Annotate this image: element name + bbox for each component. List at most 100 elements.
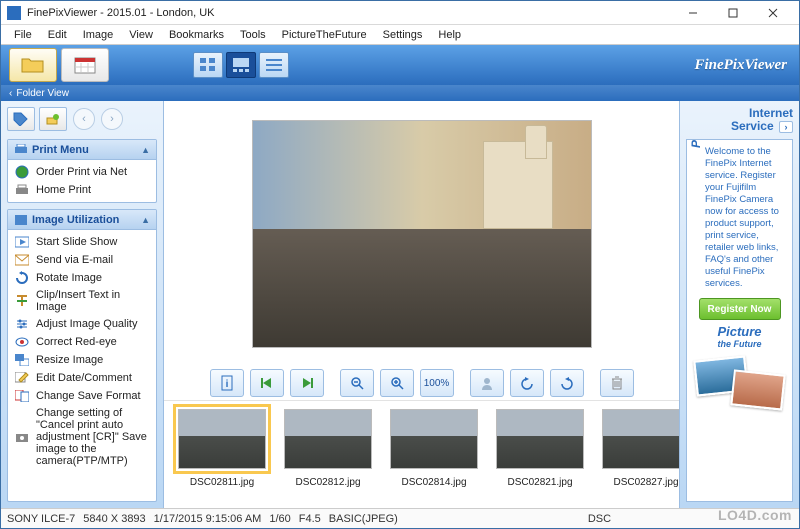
thumbnail-item[interactable]: DSC02821.jpg bbox=[496, 409, 584, 500]
thumbnail-item[interactable]: DSC02827.jpg bbox=[602, 409, 679, 500]
list-icon bbox=[266, 58, 282, 72]
zoom-in-button[interactable] bbox=[380, 369, 414, 397]
rotate-left-button[interactable] bbox=[510, 369, 544, 397]
tag-button[interactable] bbox=[7, 107, 35, 131]
thumbnail-item[interactable]: DSC02814.jpg bbox=[390, 409, 478, 500]
image-util-header[interactable]: Image Utilization ▲ bbox=[8, 210, 156, 230]
calendar-button[interactable] bbox=[61, 48, 109, 82]
internet-service-header[interactable]: Internet Service › bbox=[686, 107, 793, 133]
preview-image[interactable] bbox=[252, 120, 592, 348]
picture-the-future-label: Picture the Future bbox=[691, 326, 788, 350]
menu-image[interactable]: Image bbox=[76, 27, 121, 43]
adjust-icon bbox=[14, 317, 30, 331]
delete-button[interactable] bbox=[600, 369, 634, 397]
viewer-toolbar: i 100% bbox=[164, 366, 679, 400]
thumbnail-strip: DSC02811.jpg DSC02812.jpg DSC02814.jpg D… bbox=[164, 400, 679, 508]
folder-icon bbox=[20, 55, 46, 75]
nav-back-button[interactable]: ‹ bbox=[73, 108, 95, 130]
home-print[interactable]: Home Print bbox=[12, 181, 152, 199]
app-icon bbox=[7, 6, 21, 20]
info-button[interactable]: i bbox=[210, 369, 244, 397]
order-print-net[interactable]: Order Print via Net bbox=[12, 163, 152, 181]
clip-insert-text[interactable]: Clip/Insert Text in Image bbox=[12, 287, 152, 315]
view-list-button[interactable] bbox=[259, 52, 289, 78]
face-icon bbox=[480, 376, 494, 390]
rotate-icon bbox=[14, 271, 30, 285]
statusbar: SONY ILCE-7 5840 X 3893 1/17/2015 9:15:0… bbox=[1, 508, 799, 528]
close-button[interactable] bbox=[753, 2, 793, 24]
banner-photos bbox=[691, 358, 788, 410]
preview-icon bbox=[233, 58, 249, 72]
menu-tools[interactable]: Tools bbox=[233, 27, 273, 43]
menu-edit[interactable]: Edit bbox=[41, 27, 74, 43]
globe-icon bbox=[14, 165, 30, 179]
camera-setting-icon bbox=[14, 430, 30, 444]
next-icon bbox=[301, 377, 313, 389]
correct-redeye[interactable]: Correct Red-eye bbox=[12, 333, 152, 351]
rotate-left-icon bbox=[520, 376, 534, 390]
organize-button[interactable] bbox=[39, 107, 67, 131]
menu-file[interactable]: File bbox=[7, 27, 39, 43]
main-view: i 100% DSC02811.jpg DSC02812.jpg DSC0281… bbox=[164, 101, 679, 508]
menu-settings[interactable]: Settings bbox=[376, 27, 430, 43]
edit-date-comment[interactable]: Edit Date/Comment bbox=[12, 369, 152, 387]
prev-image-button[interactable] bbox=[250, 369, 284, 397]
thumbnail-image bbox=[602, 409, 679, 469]
zoom-out-icon bbox=[350, 376, 364, 390]
zoom-level[interactable]: 100% bbox=[420, 369, 454, 397]
view-thumbs-button[interactable] bbox=[193, 52, 223, 78]
start-slideshow[interactable]: Start Slide Show bbox=[12, 233, 152, 251]
folder-view-label: Folder View bbox=[16, 88, 69, 99]
thumbnail-item[interactable]: DSC02811.jpg bbox=[178, 409, 266, 500]
next-image-button[interactable] bbox=[290, 369, 324, 397]
right-panel: Internet Service › Picture the Future We… bbox=[679, 101, 799, 508]
rotate-image[interactable]: Rotate Image bbox=[12, 269, 152, 287]
print-menu-panel: Print Menu ▲ Order Print via Net Home Pr… bbox=[7, 139, 157, 203]
thumbnail-item[interactable]: DSC02812.jpg bbox=[284, 409, 372, 500]
status-shutter: 1/60 bbox=[269, 513, 290, 525]
menu-help[interactable]: Help bbox=[431, 27, 468, 43]
thumbnail-label: DSC02827.jpg bbox=[613, 477, 678, 488]
email-icon bbox=[14, 253, 30, 267]
menu-bookmarks[interactable]: Bookmarks bbox=[162, 27, 231, 43]
thumbnail-image bbox=[178, 409, 266, 469]
view-preview-button[interactable] bbox=[226, 52, 256, 78]
printer-icon bbox=[14, 144, 28, 156]
app-window: FinePixViewer - 2015.01 - London, UK Fil… bbox=[0, 0, 800, 529]
clip-text-icon bbox=[14, 294, 30, 308]
thumbnail-label: DSC02814.jpg bbox=[401, 477, 466, 488]
status-dimensions: 5840 X 3893 bbox=[83, 513, 145, 525]
titlebar: FinePixViewer - 2015.01 - London, UK bbox=[1, 1, 799, 25]
nav-forward-button[interactable]: › bbox=[101, 108, 123, 130]
status-format: BASIC(JPEG) bbox=[329, 513, 398, 525]
register-now-button[interactable]: Register Now bbox=[699, 298, 781, 320]
thumbnail-image bbox=[496, 409, 584, 469]
resize-image[interactable]: Resize Image bbox=[12, 351, 152, 369]
face-button[interactable] bbox=[470, 369, 504, 397]
send-email[interactable]: Send via E-mail bbox=[12, 251, 152, 269]
menu-view[interactable]: View bbox=[122, 27, 160, 43]
thumbnail-label: DSC02812.jpg bbox=[295, 477, 360, 488]
internet-service-banner: Picture the Future Welcome to the FinePi… bbox=[686, 139, 793, 502]
zoom-out-button[interactable] bbox=[340, 369, 374, 397]
menubar: File Edit Image View Bookmarks Tools Pic… bbox=[1, 25, 799, 45]
rotate-right-button[interactable] bbox=[550, 369, 584, 397]
change-print-setting[interactable]: Change setting of "Cancel print auto adj… bbox=[12, 405, 152, 469]
chevron-up-icon: ▲ bbox=[141, 215, 150, 225]
status-datetime: 1/17/2015 9:15:06 AM bbox=[154, 513, 262, 525]
menu-picturethefuture[interactable]: PictureTheFuture bbox=[275, 27, 374, 43]
folder-view-toggle[interactable]: Folder View bbox=[1, 85, 799, 101]
change-save-format[interactable]: Change Save Format bbox=[12, 387, 152, 405]
thumbnail-image bbox=[390, 409, 478, 469]
folder-button[interactable] bbox=[9, 48, 57, 82]
minimize-button[interactable] bbox=[673, 2, 713, 24]
sidebar: ‹ › Print Menu ▲ Order Print via Net Hom… bbox=[1, 101, 164, 508]
thumbnail-label: DSC02821.jpg bbox=[507, 477, 572, 488]
chevron-right-icon: › bbox=[779, 121, 793, 133]
trash-icon bbox=[611, 376, 623, 390]
print-menu-header[interactable]: Print Menu ▲ bbox=[8, 140, 156, 160]
maximize-button[interactable] bbox=[713, 2, 753, 24]
prev-icon bbox=[261, 377, 273, 389]
adjust-quality[interactable]: Adjust Image Quality bbox=[12, 315, 152, 333]
edit-icon bbox=[14, 371, 30, 385]
